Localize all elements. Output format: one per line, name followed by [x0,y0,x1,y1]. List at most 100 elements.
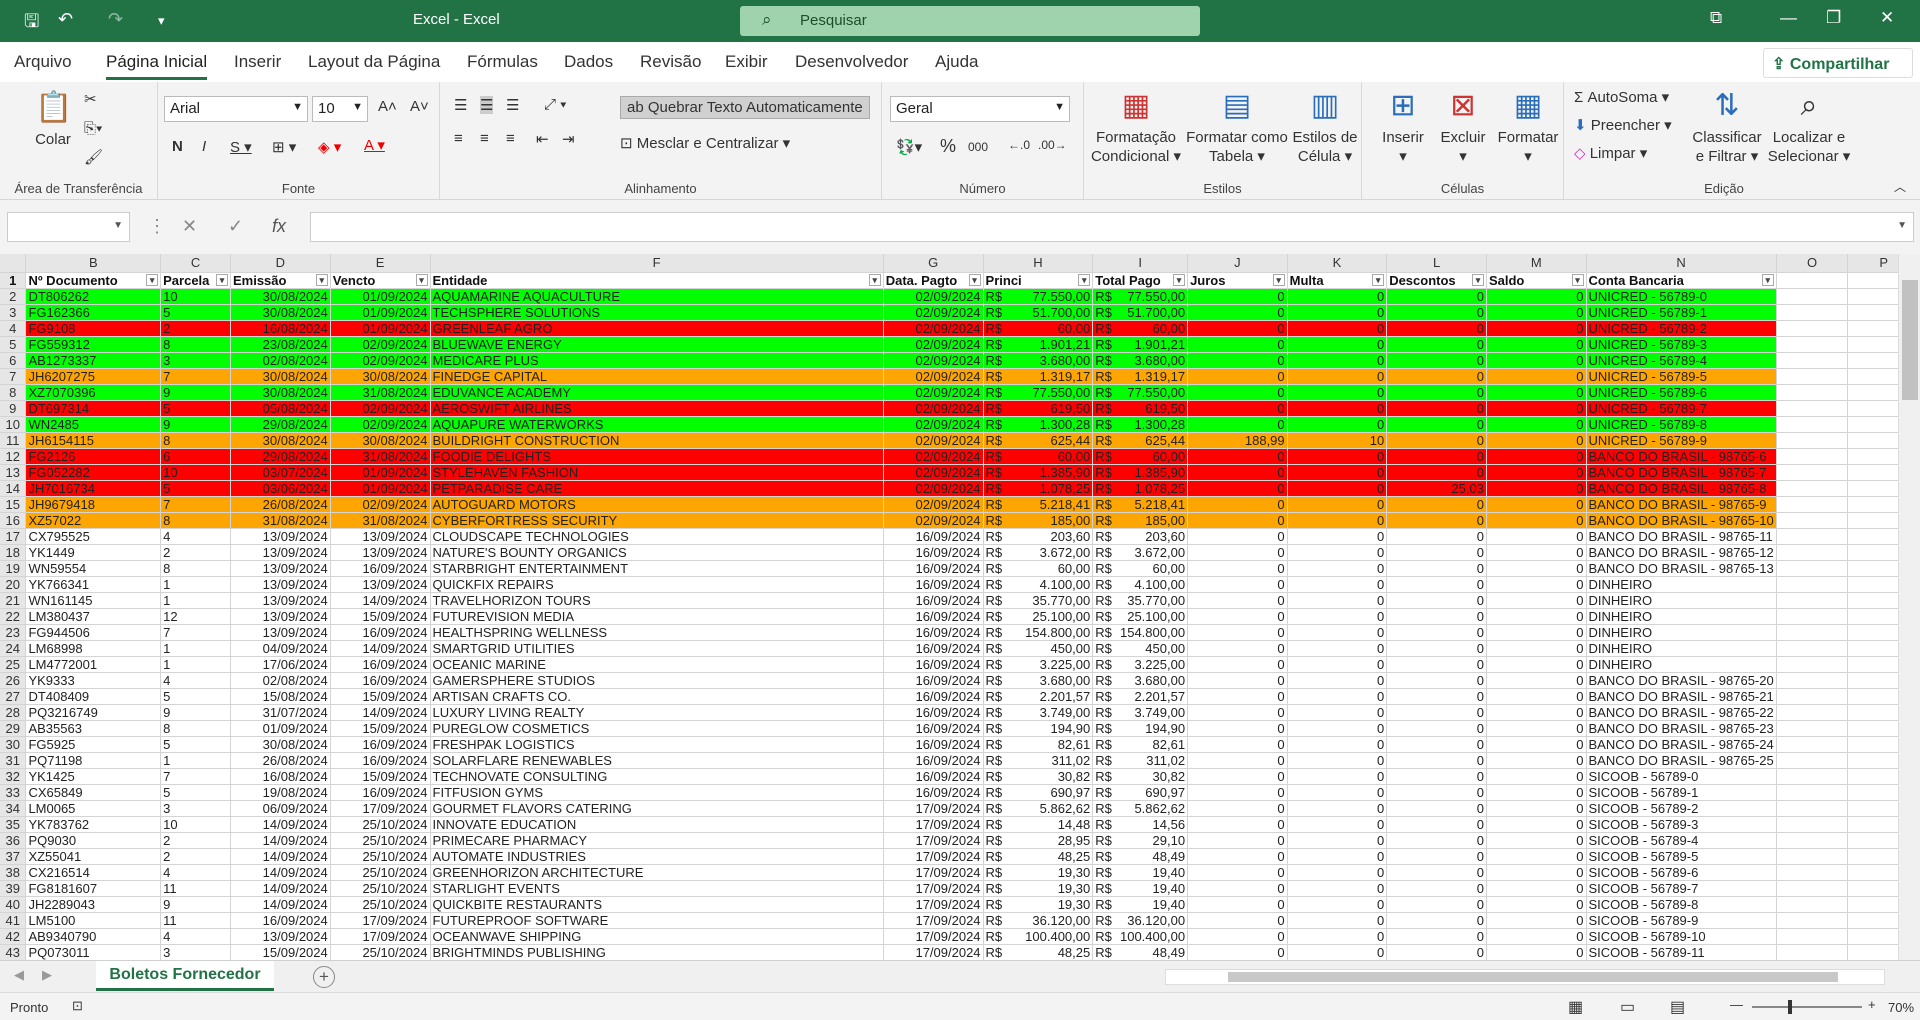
cell[interactable]: 0 [1386,400,1487,417]
cell[interactable]: 0 [1187,848,1288,865]
cell[interactable]: 0 [1486,928,1587,945]
cell[interactable]: 15/09/2024 [330,768,431,785]
cell[interactable]: YK1425 [25,768,162,785]
cell[interactable]: 3 [160,352,231,369]
row-header[interactable]: 15 [0,496,27,513]
cell[interactable]: QUICKFIX REPAIRS [430,576,884,593]
row-header[interactable]: 30 [0,736,27,753]
cell[interactable]: 30/08/2024 [330,432,431,449]
cell[interactable]: 5 [160,400,231,417]
cell[interactable]: 0 [1187,288,1288,305]
column-header[interactable]: G [883,254,984,273]
cell[interactable]: FG052282 [25,464,162,481]
tab-exibir[interactable]: Exibir [725,52,768,72]
cell[interactable]: 02/09/2024 [883,336,984,353]
cell[interactable]: 0 [1187,720,1288,737]
cell[interactable]: UNICRED - 56789-6 [1586,384,1777,401]
cell[interactable]: OCEANWAVE SHIPPING [430,928,884,945]
cell[interactable]: STYLEHAVEN FASHION [430,464,884,481]
cell[interactable] [1776,464,1849,481]
header-cell[interactable]: ▾ Nº Documento [25,272,162,289]
cell[interactable]: 9 [160,384,231,401]
cell[interactable]: 0 [1486,384,1587,401]
row-header[interactable]: 34 [0,800,27,817]
cell[interactable]: 06/09/2024 [230,800,331,817]
cell[interactable]: 0 [1287,384,1388,401]
cell[interactable]: 13/09/2024 [230,608,331,625]
cell[interactable]: 25/10/2024 [330,848,431,865]
cell[interactable]: R$ 625,44 [983,432,1094,449]
ribbon-display-icon[interactable]: ⧉ [1710,8,1722,28]
row-header[interactable]: 16 [0,512,27,529]
cell[interactable]: 0 [1486,832,1587,849]
cell[interactable]: 0 [1287,864,1388,881]
cell[interactable]: UNICRED - 56789-4 [1586,352,1777,369]
expand-icon[interactable]: ▼ [1897,220,1907,231]
cell[interactable]: 0 [1287,704,1388,721]
filter-dropdown-icon[interactable]: ▾ [146,273,159,286]
cell[interactable] [1776,624,1849,641]
cell[interactable]: 02/09/2024 [330,416,431,433]
cell[interactable] [1776,528,1849,545]
cell[interactable]: 14/09/2024 [230,832,331,849]
header-cell[interactable] [1776,272,1849,289]
page-layout-icon[interactable]: ▭ [1620,997,1635,1017]
cell[interactable]: 16/09/2024 [883,784,984,801]
cell[interactable] [1776,864,1849,881]
cell[interactable]: 30/08/2024 [330,368,431,385]
sort-filter-button[interactable]: ⇅ Classificar e Filtrar ▾ [1692,88,1762,166]
cell[interactable]: 25/10/2024 [330,864,431,881]
cell[interactable]: 0 [1187,864,1288,881]
cell[interactable]: NATURE'S BOUNTY ORGANICS [430,544,884,561]
cell[interactable]: R$ 3.672,00 [983,544,1094,561]
cell[interactable] [1776,608,1849,625]
cell[interactable]: R$ 4.100,00 [1092,576,1189,593]
cell[interactable]: JH6154115 [25,432,162,449]
cell[interactable]: 0 [1187,384,1288,401]
cell[interactable]: 01/09/2024 [330,304,431,321]
cell[interactable]: R$ 690,97 [983,784,1094,801]
cell[interactable]: 16/08/2024 [230,768,331,785]
filter-dropdown-icon[interactable]: ▾ [1471,273,1484,286]
filter-dropdown-icon[interactable]: ▾ [1571,273,1584,286]
cell[interactable]: 31/07/2024 [230,704,331,721]
cell[interactable]: SICOOB - 56789-5 [1586,848,1777,865]
cell[interactable]: EDUVANCE ACADEMY [430,384,884,401]
cell[interactable]: BANCO DO BRASIL - 98765-12 [1586,544,1777,561]
cell[interactable]: R$ 36.120,00 [983,912,1094,929]
cell[interactable]: 0 [1486,544,1587,561]
cell[interactable]: 0 [1386,512,1487,529]
cell[interactable]: 10 [1287,432,1388,449]
cell[interactable]: 16/09/2024 [883,688,984,705]
cell[interactable]: SICOOB - 56789-7 [1586,880,1777,897]
cell[interactable]: 5 [160,688,231,705]
cell[interactable]: PRIMECARE PHARMACY [430,832,884,849]
cell[interactable] [1776,496,1849,513]
cell[interactable]: 8 [160,512,231,529]
increase-indent-icon[interactable]: ⇥ [562,130,575,148]
format-table-button[interactable]: ▤ Formatar como Tabela ▾ [1184,88,1290,166]
cell[interactable]: 0 [1187,944,1288,960]
cell[interactable]: 0 [1287,288,1388,305]
filter-dropdown-icon[interactable]: ▾ [1761,273,1774,286]
tab-revisao[interactable]: Revisão [640,52,701,72]
cell[interactable]: YK783762 [25,816,162,833]
cell[interactable]: GAMERSPHERE STUDIOS [430,672,884,689]
cell[interactable]: R$ 28,95 [983,832,1094,849]
cell[interactable]: R$ 51.700,00 [1092,304,1189,321]
cell[interactable]: 0 [1287,352,1388,369]
cell[interactable]: XZ7070396 [25,384,162,401]
cell[interactable]: TECHNOVATE CONSULTING [430,768,884,785]
cell[interactable]: INNOVATE EDUCATION [430,816,884,833]
row-header[interactable]: 23 [0,624,27,641]
cell[interactable]: R$ 30,82 [983,768,1094,785]
cell[interactable] [1776,448,1849,465]
cell[interactable]: 0 [1486,464,1587,481]
fill-button[interactable]: ⬇ Preencher ▾ [1574,116,1672,134]
cell[interactable]: R$ 82,61 [1092,736,1189,753]
row-header[interactable]: 18 [0,544,27,561]
cell[interactable]: 2 [160,320,231,337]
cell[interactable]: 0 [1386,304,1487,321]
cell[interactable]: 0 [1187,608,1288,625]
cell[interactable]: AEROSWIFT AIRLINES [430,400,884,417]
